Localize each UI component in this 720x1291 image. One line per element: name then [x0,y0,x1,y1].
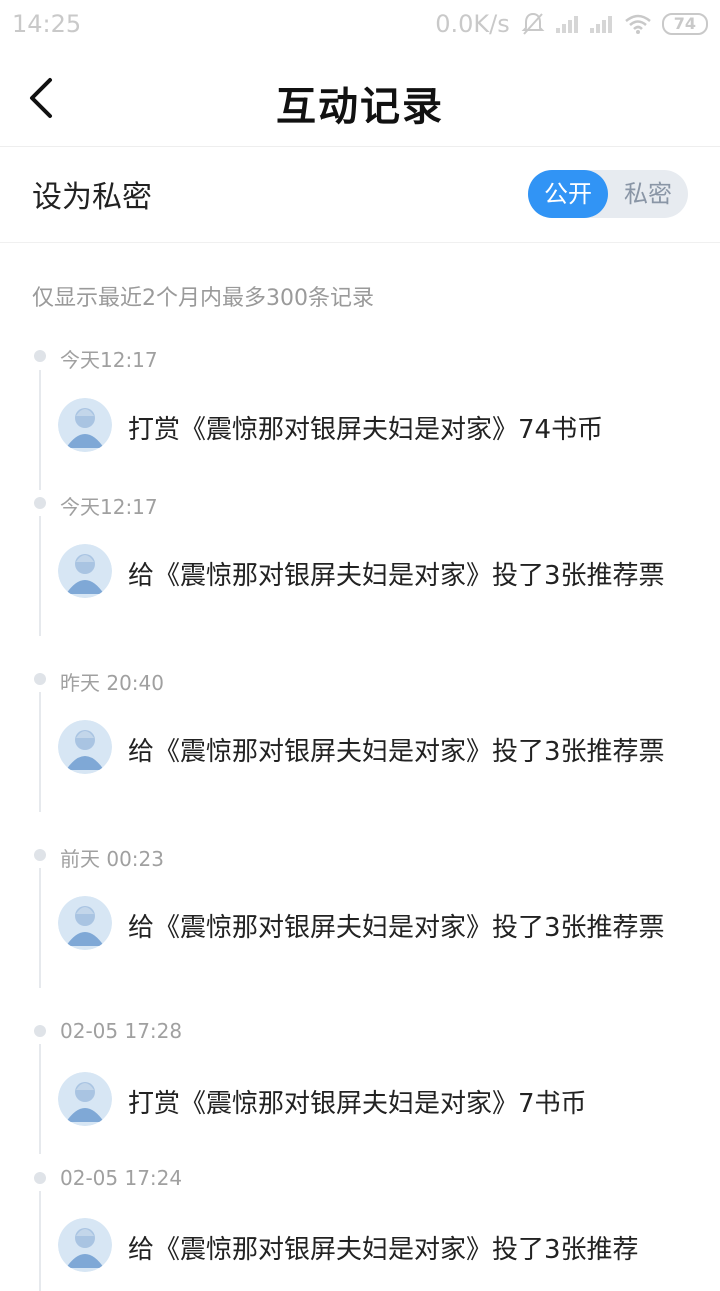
avatar[interactable] [58,1218,112,1272]
avatar[interactable] [58,896,112,950]
toggle-private-option[interactable]: 私密 [608,170,688,218]
record-text: 打赏《震惊那对银屏夫妇是对家》7书币 [128,1089,587,1119]
timeline-line [39,1191,41,1291]
avatar[interactable] [58,720,112,774]
record-text: 给《震惊那对银屏夫妇是对家》投了3张推荐票 [128,737,665,767]
signal-icon [589,15,614,33]
battery-icon: 74 [661,13,708,35]
timeline-line [39,868,41,988]
toggle-public-option[interactable]: 公开 [528,170,608,218]
network-speed: 0.0K/s [435,10,510,38]
timeline-line [39,1044,41,1154]
status-time: 14:25 [12,10,82,38]
timeline-dot [34,1025,46,1037]
record-text: 给《震惊那对银屏夫妇是对家》投了3张推荐 [128,1235,639,1265]
status-bar: 14:25 0.0K/s 74 [0,0,720,52]
timeline-dot [34,497,46,509]
page-title: 互动记录 [276,83,444,130]
record-time: 今天12:17 [60,495,158,519]
avatar[interactable] [58,1072,112,1126]
privacy-setting-row: 设为私密 公开 私密 [0,146,720,243]
record-time: 今天12:17 [60,348,158,372]
privacy-toggle[interactable]: 公开 私密 [528,170,688,218]
records-notice: 仅显示最近2个月内最多300条记录 [32,286,374,311]
timeline-dot [34,673,46,685]
mute-bell-icon [521,12,545,35]
timeline-line [39,516,41,636]
avatar[interactable] [58,398,112,452]
record-text: 给《震惊那对银屏夫妇是对家》投了3张推荐票 [128,913,665,943]
wifi-icon [624,14,651,34]
record-time: 02-05 17:28 [60,1019,183,1043]
record-text: 给《震惊那对银屏夫妇是对家》投了3张推荐票 [128,561,665,591]
record-time: 02-05 17:24 [60,1166,183,1190]
timeline-dot [34,1172,46,1184]
timeline-dot [34,849,46,861]
privacy-label: 设为私密 [32,180,152,215]
timeline-line [39,692,41,812]
avatar[interactable] [58,544,112,598]
timeline-dot [34,350,46,362]
status-icons: 0.0K/s 74 [435,10,708,38]
record-text: 打赏《震惊那对银屏夫妇是对家》74书币 [128,415,604,445]
signal-icon [555,15,580,33]
record-time: 昨天 20:40 [60,671,164,695]
record-time: 前天 00:23 [60,847,164,871]
timeline-line [39,370,41,490]
nav-bar: 互动记录 [0,52,720,147]
